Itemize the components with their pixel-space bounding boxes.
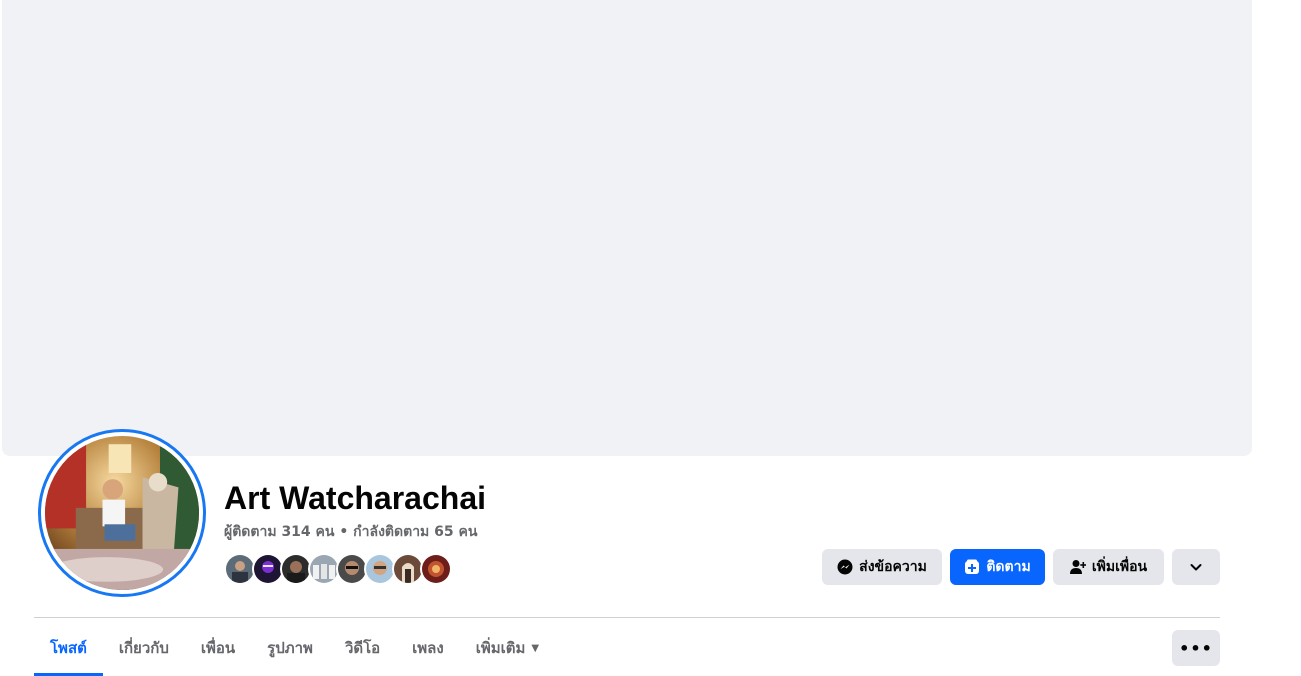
- follow-button[interactable]: ติดตาม: [950, 549, 1045, 585]
- add-friend-icon: [1069, 559, 1086, 575]
- tab-photos[interactable]: รูปภาพ: [251, 626, 329, 670]
- follower-stats[interactable]: ผู้ติดตาม 314 คน • กำลังติดตาม 65 คน: [224, 522, 477, 542]
- add-friend-label: เพิ่มเพื่อน: [1091, 559, 1148, 575]
- add-friend-button[interactable]: เพิ่มเพื่อน: [1053, 549, 1164, 585]
- send-message-label: ส่งข้อความ: [859, 559, 927, 575]
- tab-posts[interactable]: โพสต์: [34, 626, 103, 676]
- mutual-friends-thumbnails[interactable]: [224, 553, 452, 585]
- tab-music[interactable]: เพลง: [396, 626, 460, 670]
- cover-photo[interactable]: [2, 0, 1252, 456]
- tab-videos[interactable]: วิดีโอ: [329, 626, 396, 670]
- tab-music-label: เพลง: [412, 639, 444, 657]
- caret-down-icon: ▼: [531, 642, 540, 654]
- friend-thumbnail[interactable]: [420, 553, 452, 585]
- tab-friends[interactable]: เพื่อน: [185, 626, 251, 670]
- chevron-down-icon: [1188, 559, 1204, 575]
- tab-about-label: เกี่ยวกับ: [118, 639, 169, 657]
- ellipsis-icon: •••: [1179, 638, 1213, 658]
- profile-tabs: โพสต์ เกี่ยวกับ เพื่อน รูปภาพ วิดีโอ เพล…: [34, 626, 555, 676]
- messenger-icon: [837, 559, 853, 575]
- send-message-button[interactable]: ส่งข้อความ: [822, 549, 942, 585]
- tab-videos-label: วิดีโอ: [344, 639, 381, 657]
- tab-about[interactable]: เกี่ยวกับ: [103, 626, 185, 670]
- profile-picture[interactable]: [38, 429, 206, 597]
- profile-options-dropdown-button[interactable]: [1172, 549, 1220, 585]
- tab-more[interactable]: เพิ่มเติม ▼: [460, 626, 555, 670]
- tab-more-label: เพิ่มเติม: [475, 639, 526, 657]
- profile-name: Art Watcharachai: [224, 480, 486, 516]
- tab-friends-label: เพื่อน: [200, 639, 236, 657]
- follow-label: ติดตาม: [986, 559, 1031, 575]
- follow-icon: [964, 559, 980, 575]
- header-divider: [34, 617, 1220, 618]
- profile-photo-image: [45, 436, 199, 590]
- tab-posts-label: โพสต์: [50, 639, 87, 657]
- tab-photos-label: รูปภาพ: [267, 639, 313, 657]
- tabs-more-options-button[interactable]: •••: [1172, 630, 1220, 666]
